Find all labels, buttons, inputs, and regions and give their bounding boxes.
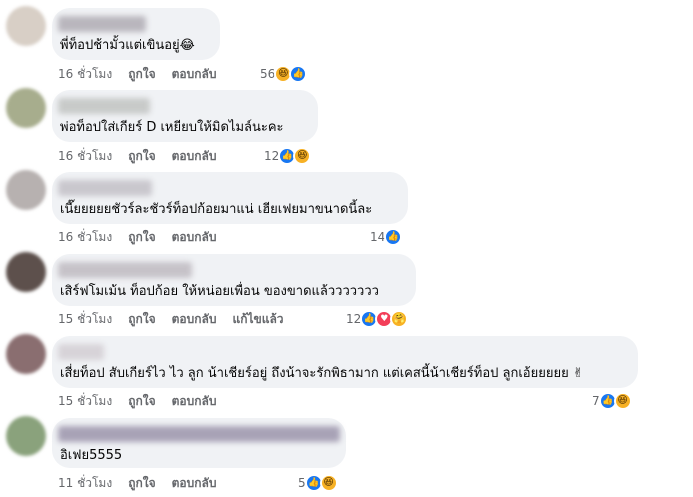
reaction-count: 14 xyxy=(370,230,386,244)
author-name-blurred[interactable] xyxy=(58,16,146,32)
timestamp[interactable]: 15 ชั่วโมง xyxy=(58,394,112,408)
reply-button[interactable]: ตอบกลับ xyxy=(172,149,217,163)
comment-actions: 15 ชั่วโมง ถูกใจ ตอบกลับ xyxy=(58,394,216,408)
avatar[interactable] xyxy=(6,252,46,292)
timestamp[interactable]: 15 ชั่วโมง xyxy=(58,312,112,326)
like-icon: 👍 xyxy=(384,228,403,246)
reply-button[interactable]: ตอบกลับ xyxy=(172,312,217,326)
avatar[interactable] xyxy=(6,416,46,456)
comment-text: เสิร์ฟโมเม้น ท็อปก้อย ให้หน่อยเพื่อน ของ… xyxy=(60,284,379,299)
avatar[interactable] xyxy=(6,88,46,128)
like-button[interactable]: ถูกใจ xyxy=(128,230,155,244)
author-name-blurred[interactable] xyxy=(58,98,150,114)
comment-text: อิเฟย5555 xyxy=(60,448,123,463)
comment-bubble: อิเฟย5555 xyxy=(52,418,346,468)
comment-text: พ่อท็อปใส่เกียร์ D เหยียบให้มิดไมล์นะคะ xyxy=(60,120,284,135)
comment-bubble: เสิร์ฟโมเม้น ท็อปก้อย ให้หน่อยเพื่อน ของ… xyxy=(52,254,416,306)
comment-text: เนี๊ยยยยยชัวร์ละชัวร์ท็อปก้อยมาแน่ เฮียเ… xyxy=(60,202,373,217)
like-button[interactable]: ถูกใจ xyxy=(128,312,155,326)
avatar[interactable] xyxy=(6,170,46,210)
comment-text: พี่ท็อปช้ามั้วแต่เขินอยู่😂 xyxy=(60,38,195,53)
author-name-blurred[interactable] xyxy=(58,180,152,196)
avatar[interactable] xyxy=(6,334,46,374)
comment-bubble: เสี่ยท็อป สับเกียร์ไว ไว ลูก น้าเชียร์อย… xyxy=(52,336,638,388)
reaction-count: 12 xyxy=(264,149,280,163)
timestamp[interactable]: 16 ชั่วโมง xyxy=(58,67,112,81)
reply-button[interactable]: ตอบกลับ xyxy=(172,67,217,81)
like-button[interactable]: ถูกใจ xyxy=(128,476,155,490)
haha-icon: 😆 xyxy=(613,392,632,410)
comment-text: เสี่ยท็อป สับเกียร์ไว ไว ลูก น้าเชียร์อย… xyxy=(60,366,584,381)
reaction-summary[interactable]: 7 👍 😆 xyxy=(592,392,632,410)
reaction-count: 12 xyxy=(346,312,362,326)
comment-thread: พี่ท็อปช้ามั้วแต่เขินอยู่😂 16 ชั่วโมง ถู… xyxy=(0,0,693,497)
haha-icon: 😆 xyxy=(319,474,338,492)
comment-actions: 16 ชั่วโมง ถูกใจ ตอบกลับ xyxy=(58,67,216,81)
comment-actions: 15 ชั่วโมง ถูกใจ ตอบกลับ แก้ไขแล้ว xyxy=(58,312,284,326)
reaction-summary[interactable]: 12 👍 ♥ 🤗 xyxy=(346,310,409,328)
comment-actions: 16 ชั่วโมง ถูกใจ ตอบกลับ xyxy=(58,230,216,244)
reply-button[interactable]: ตอบกลับ xyxy=(172,230,217,244)
timestamp[interactable]: 11 ชั่วโมง xyxy=(58,476,112,490)
reaction-count: 56 xyxy=(260,67,276,81)
author-name-blurred[interactable] xyxy=(58,344,104,360)
reaction-summary[interactable]: 5 👍 😆 xyxy=(298,474,338,492)
like-button[interactable]: ถูกใจ xyxy=(128,394,155,408)
reaction-summary[interactable]: 12 👍 😆 xyxy=(264,147,312,165)
comment-actions: 16 ชั่วโมง ถูกใจ ตอบกลับ xyxy=(58,149,216,163)
like-button[interactable]: ถูกใจ xyxy=(128,67,155,81)
timestamp[interactable]: 16 ชั่วโมง xyxy=(58,149,112,163)
haha-icon: 😆 xyxy=(293,147,312,165)
timestamp[interactable]: 16 ชั่วโมง xyxy=(58,230,112,244)
reply-button[interactable]: ตอบกลับ xyxy=(172,476,217,490)
edited-label[interactable]: แก้ไขแล้ว xyxy=(232,312,283,326)
comment-bubble: พี่ท็อปช้ามั้วแต่เขินอยู่😂 xyxy=(52,8,220,60)
reaction-summary[interactable]: 14 👍 xyxy=(370,228,403,246)
like-icon: 👍 xyxy=(289,65,308,83)
comment-bubble: เนี๊ยยยยยชัวร์ละชัวร์ท็อปก้อยมาแน่ เฮียเ… xyxy=(52,172,408,224)
avatar[interactable] xyxy=(6,6,46,46)
comment-actions: 11 ชั่วโมง ถูกใจ ตอบกลับ xyxy=(58,476,216,490)
care-icon: 🤗 xyxy=(390,310,409,328)
author-name-blurred[interactable] xyxy=(58,262,192,278)
author-name-blurred[interactable] xyxy=(58,426,340,442)
reply-button[interactable]: ตอบกลับ xyxy=(172,394,217,408)
comment-bubble: พ่อท็อปใส่เกียร์ D เหยียบให้มิดไมล์นะคะ xyxy=(52,90,318,142)
like-button[interactable]: ถูกใจ xyxy=(128,149,155,163)
reaction-summary[interactable]: 56 😆 👍 xyxy=(260,65,308,83)
